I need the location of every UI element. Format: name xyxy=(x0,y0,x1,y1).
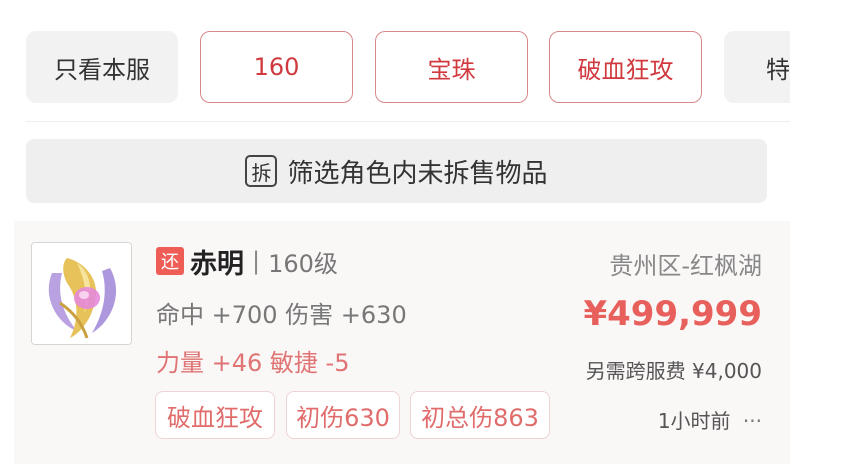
tag-skill: 破血狂攻 xyxy=(155,391,275,439)
tag-base-damage: 初伤630 xyxy=(286,391,400,439)
filter-chip-160[interactable]: 160 xyxy=(200,31,353,103)
item-level: 160级 xyxy=(268,249,338,278)
price: ¥499,999 xyxy=(583,294,762,334)
stats-line-2: 力量 +46 敏捷 -5 xyxy=(156,349,350,377)
cross-server-fee: 另需跨服费 ¥4,000 xyxy=(585,359,762,383)
divider xyxy=(26,121,790,122)
filter-chip-gem[interactable]: 宝珠 xyxy=(375,31,528,103)
return-badge: 还 xyxy=(156,247,184,275)
filter-row: 只看本服 160 宝珠 破血狂攻 特 xyxy=(0,0,790,122)
server-region: 贵州区-红枫湖 xyxy=(609,252,762,280)
tag-total-damage: 初总伤863 xyxy=(410,391,550,439)
filter-chip-skill[interactable]: 破血狂攻 xyxy=(549,31,702,103)
stats-line-1: 命中 +700 伤害 +630 xyxy=(156,301,407,329)
more-options-icon[interactable]: ··· xyxy=(743,409,762,433)
only-this-server-button[interactable]: 只看本服 xyxy=(26,31,178,103)
item-name: 赤明 xyxy=(190,248,244,280)
dismantle-icon: 拆 xyxy=(245,155,278,187)
item-image-icon xyxy=(32,243,131,344)
listing-time: 1小时前 xyxy=(657,409,731,433)
title-separator: | xyxy=(252,247,261,275)
listing-time-row: 1小时前 ··· xyxy=(658,405,762,434)
item-thumbnail xyxy=(31,242,132,345)
filter-chip-special[interactable]: 特 xyxy=(724,31,790,103)
unsold-items-filter-button[interactable]: 拆 筛选角色内未拆售物品 xyxy=(26,139,767,203)
notice-text: 筛选角色内未拆售物品 xyxy=(287,158,548,189)
title-row: 还 赤明 | 160级 xyxy=(156,243,338,280)
listing-card[interactable]: 还 赤明 | 160级 命中 +700 伤害 +630 力量 +46 敏捷 -5… xyxy=(14,221,790,464)
